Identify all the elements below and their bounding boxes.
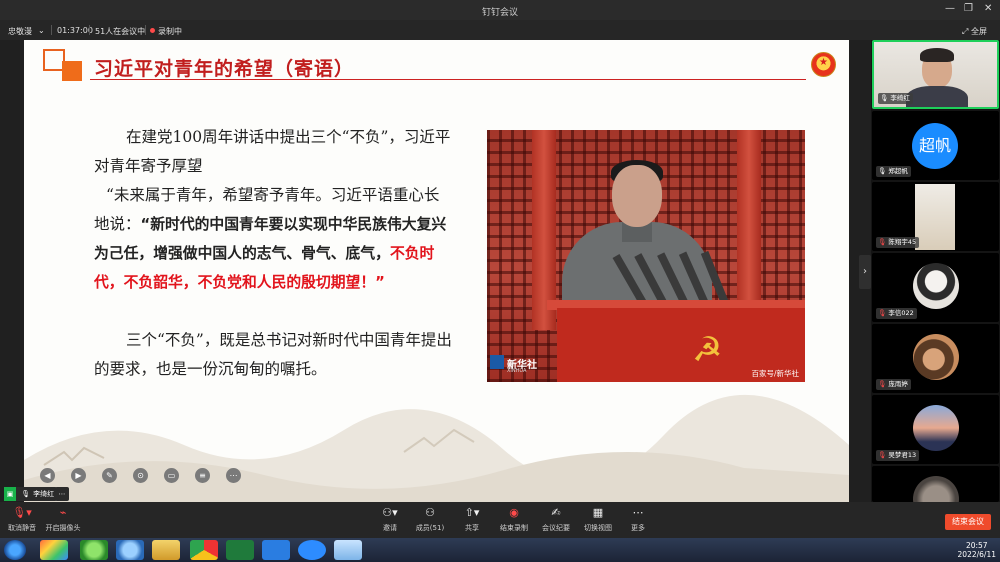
prev-slide-button[interactable]: ◀	[40, 468, 55, 483]
heading-divider	[90, 79, 806, 80]
next-slide-button[interactable]: ▶	[71, 468, 86, 483]
participant-avatar: 超帆	[912, 123, 958, 169]
meeting-info-bar: 忠敬漫 ⌄ 01:37:00 51人在会议中 录制中 ⤢ 全屏	[0, 20, 1000, 40]
members-icon: ⚇	[425, 506, 435, 519]
paint-icon[interactable]	[334, 540, 362, 560]
switch-layout-button[interactable]: ▦ 切换视图	[578, 506, 618, 533]
app-icon[interactable]	[40, 540, 68, 560]
browser-icon[interactable]	[80, 540, 108, 560]
participant-avatar	[913, 334, 959, 380]
participant-sidebar: 🎙 李绮红 超帆 🎙 郑超帆 🎙 陈翔宇45 🎙 李信022 🎙 庞雨婷 🎙 吴…	[871, 40, 1000, 502]
more-button[interactable]: ⋯ 更多	[618, 506, 658, 533]
invite-button[interactable]: ⚇▾ 邀请	[370, 506, 410, 533]
subtitle-tool-button[interactable]: ≡	[195, 468, 210, 483]
hammer-sickle-icon: ☭	[692, 330, 723, 370]
dingtalk-icon[interactable]	[262, 540, 290, 560]
members-button[interactable]: ⚇ 成员(51)	[410, 506, 450, 533]
speech-photo: ☭ 新华社 XINHUA 百家号/新华社	[487, 130, 805, 382]
minimize-icon[interactable]: —	[945, 3, 955, 14]
participant-label: 🎙 郑超帆	[876, 166, 911, 177]
invite-icon: ⚇▾	[382, 506, 398, 519]
end-meeting-button[interactable]: 结束会议	[945, 514, 991, 530]
start-icon[interactable]	[4, 540, 26, 560]
fullscreen-button[interactable]: ⤢ 全屏	[962, 26, 987, 37]
shared-screen-slide: 习近平对青年的希望（寄语） 在建党100周年讲话中提出三个“不负”，习近平对青年…	[24, 40, 849, 502]
record-icon: ◉	[509, 506, 519, 519]
participant-avatar	[913, 476, 959, 502]
window-title: 钉钉会议	[481, 8, 518, 18]
participant-label: 🎙 李信022	[876, 308, 917, 319]
meeting-toolbar: 🎙▾ 取消静音 ⌁ 开启摄像头 ⚇▾ 邀请 ⚇ 成员(51) ⇧▾ 共享 ◉ 结束录制 ✍ 会…	[0, 502, 1000, 538]
zoom-tool-button[interactable]: ⊙	[133, 468, 148, 483]
slide-paragraph-3: 三个“不负”，既是总书记对新时代中国青年提出的要求，也是一份沉甸甸的嘱托。	[94, 331, 452, 378]
mic-muted-icon: 🎙▾	[12, 506, 32, 519]
participant-avatar	[913, 263, 959, 309]
mic-muted-icon: 🎙	[878, 380, 887, 388]
clock[interactable]: 20:57 2022/6/11	[958, 541, 996, 559]
share-icon: ⇧▾	[464, 506, 480, 519]
chevron-down-icon[interactable]: ⌄	[38, 26, 45, 35]
participant-avatar	[913, 405, 959, 451]
share-button[interactable]: ⇧▾ 共享	[452, 506, 492, 533]
excel-icon[interactable]	[226, 540, 254, 560]
self-more-button[interactable]: ⋯	[55, 487, 69, 501]
slide-paragraph-2: “未来属于青年，希望寄予青年。习近平语重心长地说：“新时代的中国青年要以实现中华…	[94, 186, 447, 291]
zoom-icon[interactable]	[298, 540, 326, 560]
participant-tile[interactable]: 🎙 陈翔宇45	[872, 182, 999, 251]
mic-muted-icon: 🎙	[878, 309, 887, 317]
photo-credit: 百家号/新华社	[751, 369, 799, 378]
mic-icon: 🎙	[880, 94, 889, 102]
close-icon[interactable]: ✕	[984, 3, 992, 14]
camera-tool-button[interactable]: ▭	[164, 468, 179, 483]
participant-count[interactable]: 51人在会议中	[95, 26, 145, 37]
youth-league-emblem-icon	[811, 52, 836, 77]
participant-label: 🎙 庞雨婷	[876, 379, 911, 390]
pen-tool-button[interactable]: ✎	[102, 468, 117, 483]
participant-tile[interactable]: 超帆 🎙 郑超帆	[872, 111, 999, 180]
more-tools-button[interactable]: ⋯	[226, 468, 241, 483]
restore-icon[interactable]: ❐	[964, 3, 973, 14]
sidebar-toggle-button[interactable]: ›	[859, 255, 871, 289]
slide-paragraph-1: 在建党100周年讲话中提出三个“不负”，习近平对青年寄予厚望	[94, 128, 451, 175]
participant-tile[interactable]: 🎙 庞雨婷	[872, 324, 999, 393]
participant-tile[interactable]: 🎙 吴梦君13	[872, 395, 999, 464]
meeting-duration: 01:37:00	[57, 26, 93, 35]
record-dot-icon	[150, 28, 155, 33]
self-view-badge[interactable]: ▣ 🎙 李绮红	[4, 487, 58, 501]
participant-tile[interactable]	[872, 466, 999, 502]
mic-muted-icon: 🎙	[878, 238, 887, 246]
participant-label: 🎙 陈翔宇45	[876, 237, 920, 248]
speaker-name[interactable]: 忠敬漫	[8, 26, 32, 37]
participant-label: 🎙 李绮红	[878, 93, 913, 104]
more-icon: ⋯	[632, 506, 644, 519]
participant-label: 🎙 吴梦君13	[876, 450, 920, 461]
video-icon: ▣	[4, 487, 16, 501]
xinhua-logo-icon	[490, 355, 504, 369]
mic-icon: 🎙	[878, 167, 887, 175]
minutes-icon: ✍	[551, 506, 561, 519]
great-wall-background	[24, 394, 849, 502]
network-icon[interactable]	[116, 540, 144, 560]
participant-tile[interactable]: 🎙 李绮红	[872, 40, 999, 109]
mute-button[interactable]: 🎙▾ 取消静音	[2, 506, 42, 533]
recording-status: 录制中	[150, 26, 182, 37]
os-taskbar: 20:57 2022/6/11	[0, 538, 1000, 562]
grid-icon: ▦	[592, 506, 604, 519]
slide-heading: 习近平对青年的希望（寄语）	[94, 58, 355, 80]
self-mic-icon: 🎙	[21, 490, 31, 498]
window-titlebar: 钉钉会议 — ❐ ✕	[0, 0, 1000, 20]
stop-record-button[interactable]: ◉ 结束录制	[494, 506, 534, 533]
mic-muted-icon: 🎙	[878, 451, 887, 459]
camera-button[interactable]: ⌁ 开启摄像头	[43, 506, 83, 533]
folder-icon[interactable]	[152, 540, 180, 560]
decor-square-fill	[62, 61, 82, 81]
minutes-button[interactable]: ✍ 会议纪要	[536, 506, 576, 533]
participant-tile[interactable]: 🎙 李信022	[872, 253, 999, 322]
camera-off-icon: ⌁	[59, 506, 67, 519]
chrome-icon[interactable]	[190, 540, 218, 560]
